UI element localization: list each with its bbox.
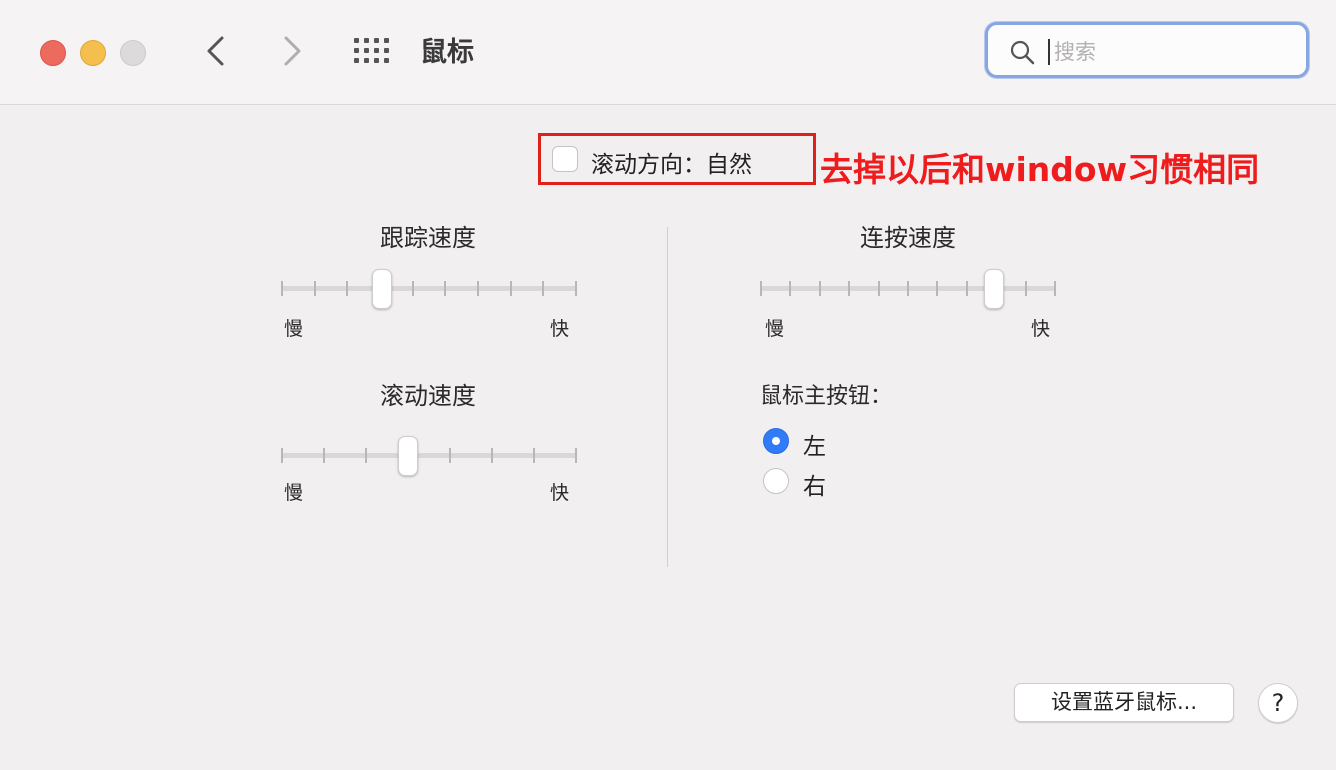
primary-button-label: 鼠标主按钮： (760, 384, 893, 409)
double-click-speed-fast-label: 快 (1031, 318, 1051, 340)
radio-left[interactable] (763, 428, 789, 454)
radio-left-label: 左 (803, 434, 826, 460)
slider-tick (509, 281, 512, 296)
double-click-speed-slow-label: 慢 (765, 318, 785, 340)
double-click-speed-slider[interactable] (760, 269, 1056, 309)
slider-tick (936, 281, 939, 296)
slider-tick (346, 281, 349, 296)
slider-knob[interactable] (983, 269, 1004, 309)
slider-tick (965, 281, 968, 296)
slider-tick (533, 448, 535, 463)
double-click-speed-title: 连按速度 (860, 224, 956, 252)
slider-tick (477, 281, 479, 296)
tracking-speed-slow-label: 慢 (284, 318, 304, 340)
slider-tick (1024, 281, 1027, 296)
magnifier-icon (1010, 40, 1036, 70)
slider-tick (281, 281, 283, 296)
slider-tick (760, 281, 762, 296)
slider-knob[interactable] (398, 436, 419, 476)
tracking-speed-title: 跟踪速度 (380, 224, 476, 252)
slider-tick (313, 281, 316, 296)
tracking-speed-slider[interactable] (281, 269, 577, 309)
slider-tick (542, 281, 545, 296)
slider-tick (575, 448, 577, 463)
chevron-right-icon[interactable] (280, 34, 304, 68)
slider-tick (877, 281, 880, 296)
slider-tick (411, 281, 414, 296)
grid-icon[interactable] (354, 38, 390, 66)
annotation-text: 去掉以后和window习惯相同 (820, 150, 1260, 189)
zoom-button[interactable] (120, 40, 146, 66)
setup-bluetooth-mouse-button[interactable]: 设置蓝牙鼠标... (1014, 683, 1234, 722)
scroll-speed-fast-label: 快 (550, 482, 570, 504)
slider-tick (449, 448, 451, 463)
chevron-left-icon[interactable] (204, 34, 228, 68)
help-button[interactable]: ? (1258, 683, 1298, 723)
search-input[interactable] (1052, 35, 1286, 69)
minimize-button[interactable] (80, 40, 106, 66)
slider-tick (323, 448, 325, 463)
window-title: 鼠标 (420, 37, 474, 68)
radio-right[interactable] (763, 468, 789, 494)
scroll-direction-checkbox[interactable] (552, 146, 578, 172)
scroll-speed-slow-label: 慢 (284, 482, 304, 504)
slider-tick (1054, 281, 1056, 296)
slider-tick (491, 448, 493, 463)
slider-tick (848, 281, 851, 296)
column-divider (667, 227, 668, 567)
radio-right-label: 右 (803, 474, 826, 500)
slider-track (281, 286, 577, 291)
slider-knob[interactable] (371, 269, 392, 309)
slider-tick (789, 281, 792, 296)
slider-tick (818, 281, 821, 296)
slider-tick (281, 448, 283, 463)
text-caret (1048, 39, 1050, 65)
slider-tick (444, 281, 447, 296)
search-field[interactable] (985, 22, 1309, 78)
toolbar: 鼠标 (0, 0, 1336, 105)
scroll-speed-title: 滚动速度 (380, 382, 476, 410)
close-button[interactable] (40, 40, 66, 66)
slider-tick (575, 281, 577, 296)
slider-tick (907, 281, 909, 296)
scroll-direction-label: 滚动方向：自然 (591, 152, 752, 178)
tracking-speed-fast-label: 快 (550, 318, 570, 340)
scroll-speed-slider[interactable] (281, 436, 577, 476)
slider-tick (365, 448, 367, 463)
